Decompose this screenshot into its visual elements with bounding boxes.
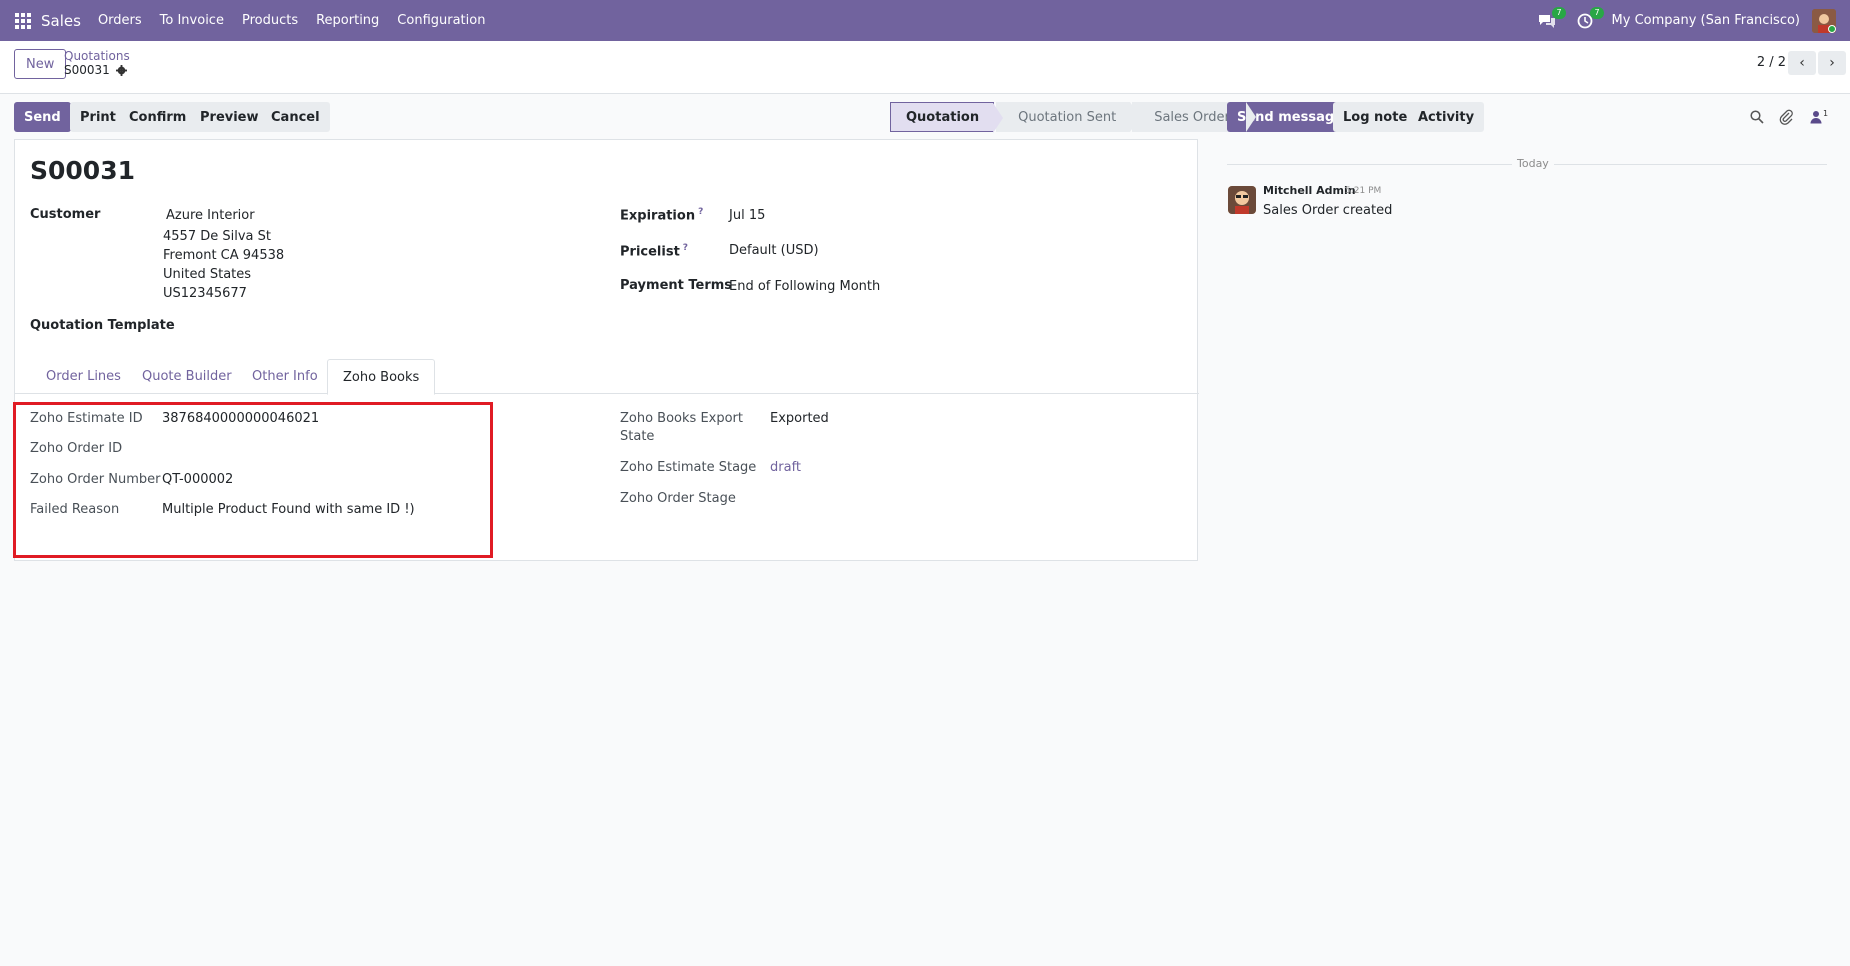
address-line-1: 4557 De Silva St [163,229,271,244]
expiration-help-icon[interactable]: ? [698,207,703,217]
new-button[interactable]: New [14,49,67,79]
tab-order-lines[interactable]: Order Lines [31,359,136,394]
tab-quote-builder[interactable]: Quote Builder [127,359,247,394]
followers-icon[interactable]: 1 [1806,108,1832,126]
zoho-export-state-label-line-2: State [620,429,655,444]
menu-orders[interactable]: Orders [89,13,151,28]
search-icon[interactable] [1748,108,1766,126]
form-sheet: S00031 Customer Azure Interior 4557 De S… [13,139,1199,561]
confirm-button[interactable]: Confirm [119,102,197,132]
followers-count: 1 [1822,108,1829,118]
zoho-estimate-stage-value[interactable]: draft [770,460,801,475]
breadcrumb-current: S00031 [64,63,127,77]
pager-value[interactable]: 2 / 2 [1757,55,1786,70]
tab-zoho-books[interactable]: Zoho Books [327,359,436,395]
cancel-button[interactable]: Cancel [261,102,330,132]
message-timestamp: 5:21 PM [1345,186,1382,196]
notebook-tabs: Order Lines Quote Builder Other Info Zoh… [15,359,1199,395]
expiration-value[interactable]: Jul 15 [729,208,765,223]
company-switcher[interactable]: My Company (San Francisco) [1612,13,1800,28]
print-button[interactable]: Print [70,102,126,132]
address-line-4: US12345677 [163,286,247,301]
apps-grid-icon[interactable] [15,12,31,29]
user-avatar[interactable] [1812,8,1836,33]
message-body: Sales Order created [1263,203,1393,218]
menu-to-invoice[interactable]: To Invoice [151,13,233,28]
address-line-3: United States [163,267,252,282]
pricelist-help-icon[interactable]: ? [683,243,688,253]
paperclip-icon[interactable] [1777,108,1795,126]
status-bar: Quotation Quotation Sent Sales Order [890,102,1256,133]
zoho-export-state-label-line-1: Zoho Books Export [620,411,743,426]
pricelist-label: Pricelist? [620,243,689,260]
status-quotation-sent[interactable]: Quotation Sent [996,102,1141,132]
payment-terms-value[interactable]: End of Following Month [729,279,880,294]
menu-reporting[interactable]: Reporting [307,13,388,28]
zoho-estimate-stage-label: Zoho Estimate Stage [620,460,757,475]
message-author-name[interactable]: Mitchell Admin [1263,184,1356,197]
messages-badge: 7 [1552,6,1566,19]
message-author-avatar[interactable] [1228,186,1256,214]
messages-icon[interactable]: 7 [1536,6,1566,31]
preview-button[interactable]: Preview [190,102,269,132]
activities-badge: 7 [1590,6,1604,19]
gear-icon[interactable] [115,64,127,76]
customer-name[interactable]: Azure Interior [166,208,255,223]
send-button[interactable]: Send [14,102,71,132]
breadcrumb-current-label: S00031 [64,63,110,77]
log-note-button[interactable]: Log note [1333,102,1418,132]
zoho-export-state-value[interactable]: Exported [770,411,829,426]
highlight-box [13,402,493,558]
status-quotation[interactable]: Quotation [890,102,1004,133]
expiration-label: Expiration? [620,207,704,224]
address-line-2: Fremont CA 94538 [163,248,285,263]
menu-configuration[interactable]: Configuration [388,13,494,28]
pager-previous-button[interactable]: ‹ [1788,51,1816,75]
payment-terms-label: Payment Terms [620,278,733,293]
quotation-template-label: Quotation Template [30,318,175,333]
breadcrumb-quotations[interactable]: Quotations [64,49,130,63]
top-navbar: Sales Orders To Invoice Products Reporti… [0,0,1850,41]
menu-products[interactable]: Products [233,13,307,28]
customer-label: Customer [30,207,101,222]
app-name[interactable]: Sales [41,12,81,30]
control-panel: New Quotations S00031 2 / 2 ‹ › [0,41,1850,94]
pricelist-value[interactable]: Default (USD) [729,243,819,258]
record-title: S00031 [30,156,135,185]
tab-other-info[interactable]: Other Info [237,359,333,394]
activities-clock-icon[interactable]: 7 [1574,6,1604,31]
pager-next-button[interactable]: › [1818,51,1846,75]
zoho-order-stage-label: Zoho Order Stage [620,491,736,506]
activity-button[interactable]: Activity [1408,102,1485,132]
date-separator-label: Today [1512,157,1554,170]
